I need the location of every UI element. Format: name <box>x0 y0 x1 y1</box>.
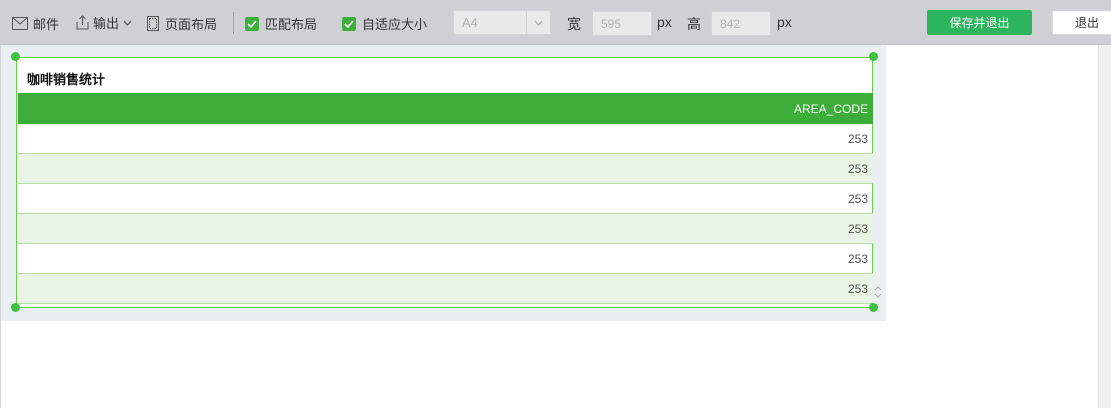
paper-size-value: A4 <box>462 15 478 30</box>
export-button[interactable]: 输出 <box>75 13 132 32</box>
table-row: 253 <box>18 214 873 244</box>
scroll-stepper-icon[interactable] <box>874 285 882 302</box>
report-widget[interactable]: 咖啡销售统计 AREA_CODE 253 253 253 253 253 253 <box>16 57 873 308</box>
width-label: 宽 <box>567 16 581 32</box>
mail-button[interactable]: 邮件 <box>12 14 59 33</box>
table-row: 253 <box>18 184 873 214</box>
height-unit: px <box>777 14 792 30</box>
height-input[interactable]: 842 <box>711 11 771 36</box>
page-layout-button[interactable]: 页面布局 <box>147 14 217 33</box>
height-label: 高 <box>687 16 701 32</box>
resize-handle-top-left[interactable] <box>11 52 20 61</box>
export-label: 输出 <box>93 16 120 31</box>
checkbox-checked-icon <box>342 16 356 31</box>
checkbox-checked-icon <box>245 16 259 31</box>
vertical-scrollbar[interactable] <box>1098 45 1111 408</box>
chevron-down-icon <box>526 11 550 34</box>
save-and-exit-button[interactable]: 保存并退出 <box>927 10 1032 35</box>
table-row: 253 <box>18 154 873 184</box>
table-row: 253 <box>18 244 873 274</box>
chevron-down-icon <box>123 20 132 26</box>
exit-button[interactable]: 退出 <box>1052 10 1111 35</box>
data-table: AREA_CODE 253 253 253 253 253 253 <box>18 93 873 304</box>
resize-handle-bottom-right[interactable] <box>869 303 878 312</box>
auto-fit-label: 自适应大小 <box>362 17 428 32</box>
auto-fit-checkbox[interactable]: 自适应大小 <box>342 14 427 33</box>
page-layout-icon <box>147 16 159 31</box>
column-header[interactable]: AREA_CODE <box>18 93 873 124</box>
width-input[interactable]: 595 <box>592 11 652 36</box>
export-icon <box>75 15 90 30</box>
resize-handle-top-right[interactable] <box>869 52 878 61</box>
toolbar: 邮件 输出 页面布局 匹配布局 自适应大小 A4 宽 595 px 高 842 … <box>0 0 1111 45</box>
page-layout-label: 页面布局 <box>165 17 218 32</box>
mail-icon <box>12 17 28 30</box>
paper-size-select[interactable]: A4 <box>453 10 551 35</box>
report-title: 咖啡销售统计 <box>27 72 106 87</box>
match-layout-label: 匹配布局 <box>265 17 318 32</box>
table-row: 253 <box>18 124 873 154</box>
mail-label: 邮件 <box>33 17 60 32</box>
toolbar-divider <box>233 12 234 34</box>
match-layout-checkbox[interactable]: 匹配布局 <box>245 14 317 33</box>
table-row: 253 <box>18 274 873 304</box>
resize-handle-bottom-left[interactable] <box>11 303 20 312</box>
width-unit: px <box>657 14 672 30</box>
